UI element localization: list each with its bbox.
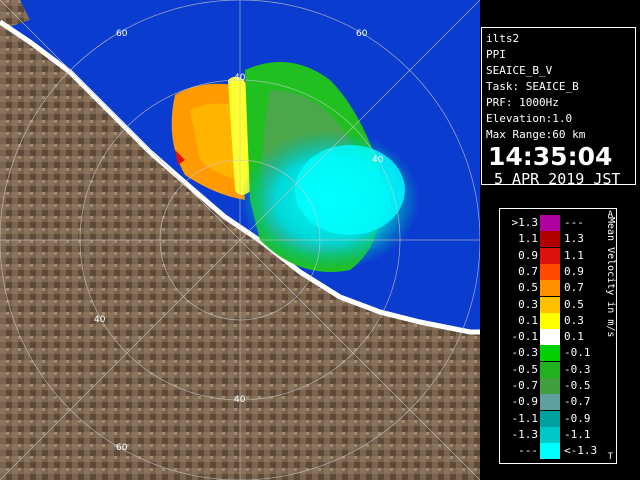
- scan-date: 5 APR 2019 JST: [494, 170, 621, 188]
- legend-upper-bound: -1.1: [564, 427, 591, 441]
- legend-upper-bound: <-1.3: [564, 444, 598, 458]
- station-name: ilts2: [486, 32, 520, 45]
- legend-lower-bound: 1.1: [518, 232, 538, 246]
- legend-upper-bound: -0.3: [564, 362, 591, 376]
- legend-upper-bound: -0.5: [564, 379, 591, 392]
- range-label: 40: [234, 73, 246, 83]
- legend-upper-bound: 0.9: [564, 264, 584, 278]
- legend-upper-bound: 0.3: [564, 313, 584, 327]
- legend-color-swatch: [540, 443, 560, 460]
- legend-row: -0.7 -0.5: [500, 378, 600, 394]
- legend-row: 0.1 0.3: [500, 312, 600, 329]
- range-label: 60: [116, 29, 128, 39]
- legend-lower-bound: >1.3: [511, 216, 539, 229]
- range-label: 40: [234, 395, 246, 405]
- legend-row: -1.1 -0.9: [500, 410, 600, 427]
- legend-lower-bound: 0.9: [518, 248, 538, 262]
- range-label: 60: [116, 443, 128, 453]
- legend-row: -0.9 -0.7: [500, 394, 600, 411]
- legend-lower-bound: -0.3: [511, 346, 539, 360]
- legend-upper-bound: -0.7: [564, 395, 591, 409]
- legend-row: -0.3 -0.1: [500, 345, 600, 362]
- radar-info-panel: ilts2 PPI SEAICE_B_V Task: SEAICE_B PRF:…: [481, 27, 636, 188]
- scan-mode: PPI: [486, 48, 506, 61]
- max-range-value: Max Range:60 km: [486, 128, 586, 141]
- legend-lower-bound: 0.5: [518, 281, 538, 295]
- legend-lower-bound: ---: [518, 444, 538, 458]
- legend-color-swatch: [540, 231, 560, 248]
- legend-lower-bound: -0.5: [511, 362, 539, 376]
- legend-color-swatch: [540, 426, 560, 443]
- legend-row: -1.3 -1.1: [500, 426, 600, 443]
- legend-color-swatch: [540, 215, 560, 231]
- legend-lower-bound: 0.3: [518, 297, 538, 311]
- legend-row: -0.5 -0.3: [500, 361, 600, 378]
- legend-lower-bound: 0.7: [518, 264, 538, 278]
- legend-row: --- <-1.3: [500, 443, 600, 460]
- legend-color-swatch: [540, 296, 560, 313]
- legend-color-swatch: [540, 280, 560, 297]
- velocity-legend: A >1.3 --- 1.1 1.3 0.9 1.1 0.7 0.9 0.5 0.7 0.3 0.5 0…: [499, 208, 617, 464]
- legend-upper-bound: 0.7: [564, 281, 584, 295]
- legend-color-swatch: [540, 361, 560, 378]
- legend-lower-bound: -0.1: [511, 330, 539, 344]
- legend-lower-bound: -0.9: [511, 395, 539, 409]
- legend-bottom-marker: T: [607, 452, 613, 462]
- legend-upper-bound: 1.3: [564, 232, 584, 246]
- legend-upper-bound: 0.5: [564, 297, 584, 311]
- legend-row: -0.1 0.1: [500, 329, 600, 346]
- legend-lower-bound: -1.1: [511, 411, 539, 425]
- radar-ppi-map: 60 60 40 40 40 40 60: [0, 0, 480, 480]
- legend-color-swatch: [540, 378, 560, 394]
- legend-row: 0.3 0.5: [500, 296, 600, 313]
- legend-color-swatch: [540, 345, 560, 362]
- range-label: 40: [94, 315, 106, 325]
- range-label: 40: [372, 155, 384, 165]
- legend-row: >1.3 ---: [500, 215, 600, 231]
- legend-upper-bound: -0.1: [564, 346, 591, 360]
- legend-color-swatch: [540, 394, 560, 411]
- task-name: Task: SEAICE_B: [486, 80, 579, 93]
- legend-row: 1.1 1.3: [500, 231, 600, 248]
- legend-upper-bound: -0.9: [564, 411, 591, 425]
- legend-lower-bound: -1.3: [511, 427, 539, 441]
- legend-row: 0.9 1.1: [500, 247, 600, 264]
- product-name: SEAICE_B_V: [486, 64, 553, 77]
- legend-lower-bound: 0.1: [518, 313, 538, 327]
- legend-upper-bound: 1.1: [564, 248, 584, 262]
- legend-lower-bound: -0.7: [511, 379, 539, 392]
- legend-color-swatch: [540, 410, 560, 427]
- legend-color-swatch: [540, 263, 560, 280]
- legend-color-swatch: [540, 312, 560, 329]
- legend-row: 0.5 0.7: [500, 280, 600, 297]
- legend-row: 0.7 0.9: [500, 263, 600, 280]
- scan-time: 14:35:04: [488, 142, 613, 171]
- range-rings: [0, 0, 480, 480]
- legend-color-swatch: [540, 247, 560, 264]
- legend-upper-bound: ---: [564, 216, 584, 229]
- prf-value: PRF: 1000Hz: [486, 96, 559, 109]
- legend-upper-bound: 0.1: [564, 330, 584, 344]
- elevation-value: Elevation:1.0: [486, 112, 573, 125]
- legend-color-swatch: [540, 329, 560, 346]
- legend-title: Mean Velocity in m/s: [605, 217, 616, 338]
- range-label: 60: [356, 29, 368, 39]
